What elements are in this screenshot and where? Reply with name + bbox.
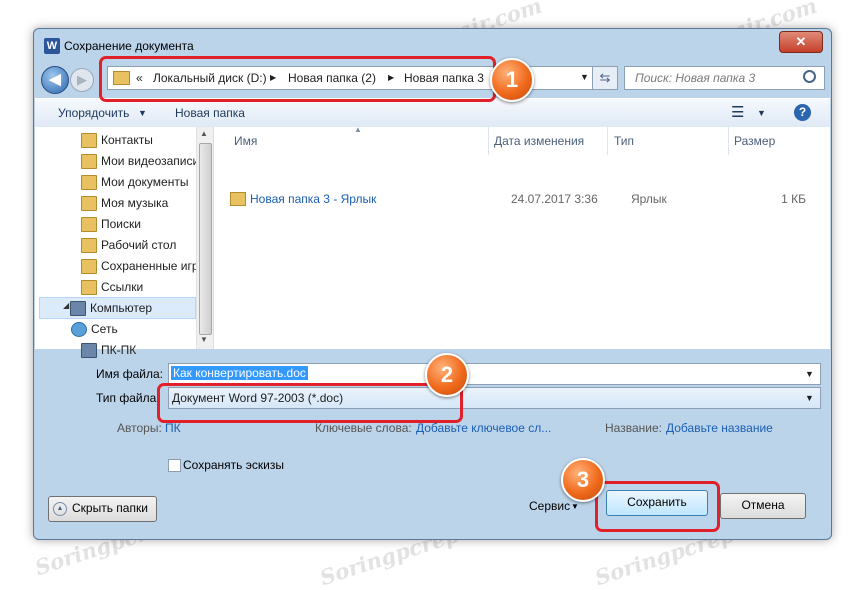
chevron-down-icon[interactable]: ▼ (805, 393, 814, 403)
computer-icon (81, 343, 97, 358)
refresh-icon[interactable]: ⇆ (592, 66, 618, 90)
chevron-up-icon[interactable]: ▲ (200, 129, 208, 138)
back-arrow-icon[interactable]: ◀ (41, 66, 69, 94)
file-date: 24.07.2017 3:36 (511, 192, 598, 206)
cancel-button[interactable]: Отмена (720, 493, 806, 519)
highlight-file-type (157, 383, 463, 423)
highlight-save-button (595, 481, 720, 532)
filename-label: Имя файла: (96, 367, 163, 381)
organize-menu[interactable]: Упорядочить (58, 106, 129, 120)
command-toolbar: Упорядочить ▼ Новая папка ☰ ▼ ? (35, 98, 830, 128)
new-folder-button[interactable]: Новая папка (175, 106, 245, 120)
network-icon (71, 322, 87, 337)
word-app-icon: W (44, 38, 60, 54)
authors-value[interactable]: ПК (165, 421, 181, 435)
view-options-icon[interactable]: ☰ (731, 103, 744, 121)
column-separator[interactable] (728, 127, 729, 155)
sidebar-scrollbar[interactable]: ▲ ▼ (196, 127, 213, 349)
authors-label: Авторы: (117, 421, 162, 435)
chevron-down-icon[interactable]: ▼ (200, 335, 208, 344)
folder-icon (81, 259, 97, 274)
folder-icon (81, 133, 97, 148)
step-badge-1: 1 (490, 58, 534, 102)
search-placeholder: Поиск: Новая папка 3 (635, 71, 756, 85)
chevron-down-icon[interactable]: ▼ (571, 502, 579, 511)
column-separator[interactable] (488, 127, 489, 155)
step-badge-3: 3 (561, 458, 605, 502)
title-label: Название: (605, 421, 662, 435)
keywords-value[interactable]: Добавьте ключевое сл... (416, 421, 551, 435)
keywords-label: Ключевые слова: (315, 421, 412, 435)
column-header-date[interactable]: Дата изменения (494, 134, 584, 148)
folder-icon (81, 196, 97, 211)
chevron-up-icon: ▲ (53, 502, 67, 516)
folder-icon (81, 154, 97, 169)
thumbnails-label: Сохранять эскизы (183, 458, 284, 472)
tools-menu[interactable]: Сервис (529, 499, 570, 513)
close-button[interactable]: ✕ (779, 31, 823, 53)
folder-icon (81, 175, 97, 190)
highlight-address-bar (99, 56, 496, 102)
search-icon[interactable] (803, 70, 816, 83)
column-header-name[interactable]: Имя (234, 134, 257, 148)
step-badge-2: 2 (425, 353, 469, 397)
title-value[interactable]: Добавьте название (666, 421, 773, 435)
chevron-down-icon[interactable]: ▼ (805, 369, 814, 379)
shortcut-icon (230, 192, 246, 206)
folder-icon (81, 217, 97, 232)
computer-icon (70, 301, 86, 316)
chevron-down-icon[interactable]: ▼ (580, 72, 589, 82)
sidebar-item-computer[interactable]: ◢ Компьютер (39, 297, 196, 319)
scrollbar-thumb[interactable] (199, 143, 212, 335)
column-header-size[interactable]: Размер (734, 134, 775, 148)
sort-arrow-icon: ▲ (354, 125, 362, 134)
hide-folders-button[interactable]: ▲ Скрыть папки (48, 496, 157, 522)
thumbnails-checkbox[interactable] (168, 459, 181, 472)
filetype-label: Тип файла: (96, 391, 160, 405)
file-size: 1 КБ (781, 192, 806, 206)
file-list: ▲ Имя Дата изменения Тип Размер Новая па… (214, 125, 830, 349)
filename-input[interactable]: Как конвертировать.doc ▼ (168, 363, 821, 385)
chevron-down-icon[interactable]: ▼ (757, 108, 766, 118)
column-header-type[interactable]: Тип (614, 134, 634, 148)
expand-arrow-icon[interactable]: ◢ (63, 301, 69, 310)
search-input[interactable]: Поиск: Новая папка 3 (624, 66, 825, 90)
filename-value[interactable]: Как конвертировать.doc (171, 366, 308, 380)
table-row[interactable]: Новая папка 3 - Ярлык 24.07.2017 3:36 Яр… (230, 189, 810, 209)
navigation-pane: Контакты Мои видеозаписи Мои документы М… (35, 127, 214, 358)
forward-arrow-icon[interactable]: ▶ (70, 68, 94, 92)
file-name[interactable]: Новая папка 3 - Ярлык (250, 192, 376, 206)
window-title: Сохранение документа (64, 39, 194, 53)
file-type: Ярлык (631, 192, 667, 206)
chevron-down-icon[interactable]: ▼ (138, 108, 147, 118)
help-icon[interactable]: ? (794, 104, 811, 121)
folder-icon (81, 238, 97, 253)
folder-icon (81, 280, 97, 295)
save-dialog: W Сохранение документа ✕ ◀ ▶ « Локальный… (33, 28, 832, 540)
column-separator[interactable] (607, 127, 608, 155)
